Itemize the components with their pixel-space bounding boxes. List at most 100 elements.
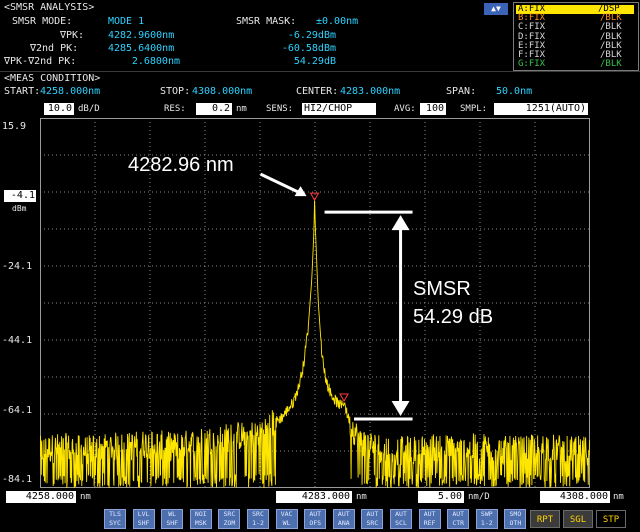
softkey-swp-1-2[interactable]: SWP 1-2	[475, 509, 498, 529]
stop-label: STOP:	[160, 86, 191, 97]
softkey-lvl-shf[interactable]: LVL SHF	[132, 509, 155, 529]
softkey-aut-ref[interactable]: AUT REF	[418, 509, 441, 529]
second-peak-level: -60.58dBm	[281, 43, 336, 54]
stop-value: 4308.000nm	[192, 86, 253, 97]
settings-bar: 10.0 dB/D RES: 0.2 nm SENS: HI2/CHOP AVG…	[0, 100, 640, 118]
trace-legend-label: G:FIX	[518, 59, 546, 70]
softkey-vac-wl[interactable]: VAC WL	[275, 509, 298, 529]
resolution-field[interactable]: 0.2	[196, 103, 232, 115]
softkey-label-bottom: WL	[282, 519, 291, 527]
center-label: CENTER:	[296, 86, 339, 97]
scale-field[interactable]: 10.0	[44, 103, 74, 115]
spectrum-plot	[40, 118, 590, 488]
softkey-label-top: TLS	[109, 510, 121, 518]
smsr-arrowhead-down	[391, 400, 410, 416]
softkey-aut-ana[interactable]: AUT ANA	[332, 509, 355, 529]
softkey-label-top: SMO	[509, 510, 522, 518]
span-value: 50.0nm	[496, 86, 533, 97]
per-div-unit: nm/D	[468, 492, 490, 502]
softkey-label-top: AUT	[337, 510, 350, 518]
mask-value: ±0.00nm	[316, 16, 359, 27]
softkey-label-top: AUT	[423, 510, 436, 518]
sweep-repeat-button[interactable]: RPT	[530, 510, 560, 528]
sweep-single-button[interactable]: SGL	[563, 510, 593, 528]
y-tick-label: -24.1	[2, 261, 33, 272]
softkey-label-bottom: ANA	[337, 519, 350, 527]
y-tick-label: -84.1	[2, 474, 33, 485]
softkey-aut-src[interactable]: AUT SRC	[361, 509, 384, 529]
mode-label: SMSR MODE:	[12, 16, 73, 27]
softkey-aut-ofs[interactable]: AUT OFS	[304, 509, 327, 529]
smpl-label: SMPL:	[460, 104, 488, 114]
y-tick-label: -64.1	[2, 405, 33, 416]
softkey-tls-syc[interactable]: TLS SYC	[104, 509, 126, 529]
sensitivity-field[interactable]: HI2/CHOP	[302, 103, 376, 115]
softkey-label-bottom: OFS	[309, 519, 322, 527]
span-label: SPAN:	[446, 86, 477, 97]
center-value: 4283.000nm	[340, 86, 401, 97]
softkey-label-top: WL	[168, 510, 177, 518]
sweep-stop-button[interactable]: STP	[596, 510, 626, 528]
mask-label: SMSR MASK:	[236, 16, 297, 27]
softkey-smo-oth[interactable]: SMO OTH	[504, 509, 527, 529]
sampling-field[interactable]: 1251(AUTO)	[494, 103, 588, 115]
trace-legend-status: /BLK	[600, 59, 622, 70]
start-wavelength-field[interactable]: 4258.000	[6, 491, 76, 503]
spectrum-chart	[40, 118, 590, 488]
avg-label: AVG:	[394, 104, 416, 114]
second-peak-wavelength: 4285.6400nm	[108, 43, 175, 54]
y-unit: dBm	[12, 204, 27, 213]
softkey-src-zom[interactable]: SRC ZOM	[218, 509, 241, 529]
average-field[interactable]: 100	[420, 103, 446, 115]
softkey-label-bottom: CTR	[452, 519, 465, 527]
smsr-annotation-title: SMSR	[413, 278, 471, 300]
softkey-noi-msk[interactable]: NOI MSK	[189, 509, 212, 529]
softkey-label-bottom: SHF	[166, 519, 179, 527]
x-unit-center: nm	[356, 492, 367, 502]
softkey-label-top: AUT	[395, 510, 407, 518]
smsr-annotation-value: 54.29 dB	[413, 306, 494, 328]
softkey-label-bottom: 1-2	[480, 519, 493, 527]
softkey-src-1-2[interactable]: SRC 1-2	[247, 509, 269, 529]
softkey-label-bottom: OTH	[509, 519, 522, 527]
second-peak-label: ∇2nd PK:	[30, 43, 79, 54]
softkey-label-bottom: REF	[423, 519, 436, 527]
meas-condition-title: <MEAS CONDITION>	[4, 73, 101, 84]
softkey-label-bottom: SYC	[109, 519, 121, 527]
per-div-field[interactable]: 5.00	[418, 491, 464, 503]
trace-legend: A:FIX/DSP B:FIX/BLK C:FIX/BLK D:FIX/BLK E:FI…	[513, 2, 639, 71]
softkey-label-top: AUT	[452, 510, 465, 518]
x-unit-stop: nm	[613, 492, 624, 502]
trace-legend-item[interactable]: G:FIX/BLK	[518, 59, 622, 70]
smsr-arrowhead-up	[391, 215, 410, 231]
softkey-aut-scl[interactable]: AUT SCL	[390, 509, 412, 529]
softkey-bar: TLS SYC LVL SHF WL SHF NOI MSK SRC ZOM SRC 1-2 VAC WL…	[0, 506, 640, 532]
softkey-label-top: AUT	[366, 510, 379, 518]
softkey-label-bottom: 1-2	[252, 519, 264, 527]
peak-level: -6.29dBm	[287, 30, 336, 41]
diff-level: 54.29dB	[293, 56, 336, 67]
divider	[0, 71, 640, 72]
ref-level-field[interactable]: -4.1	[4, 190, 36, 202]
res-unit: nm	[236, 104, 247, 114]
softkey-wl-shf[interactable]: WL SHF	[161, 509, 184, 529]
softkey-label-bottom: MSK	[194, 519, 207, 527]
stop-wavelength-field[interactable]: 4308.000	[540, 491, 610, 503]
legend-scroll-button[interactable]: ▲▼	[484, 3, 508, 15]
analysis-title: <SMSR ANALYSIS>	[4, 2, 95, 13]
softkey-label-top: SRC	[252, 510, 264, 518]
plot-margin	[590, 118, 640, 488]
softkey-aut-ctr[interactable]: AUT CTR	[447, 509, 470, 529]
softkey-label-bottom: SRC	[366, 519, 379, 527]
x-unit-start: nm	[80, 492, 91, 502]
x-axis-bar: 4258.000 nm 4283.000 nm 5.00 nm/D 4308.0…	[0, 488, 640, 506]
y-tick-label: -44.1	[2, 335, 33, 346]
trace-a-line	[40, 200, 590, 488]
softkey-label-bottom: SCL	[395, 519, 407, 527]
peak-annotation: 4282.96 nm	[128, 154, 234, 176]
peak-label: ∇PK:	[60, 30, 85, 41]
softkey-label-top: NOI	[194, 510, 207, 518]
softkey-label-top: LVL	[137, 510, 150, 518]
center-wavelength-field[interactable]: 4283.000	[276, 491, 352, 503]
start-value: 4258.000nm	[40, 86, 101, 97]
